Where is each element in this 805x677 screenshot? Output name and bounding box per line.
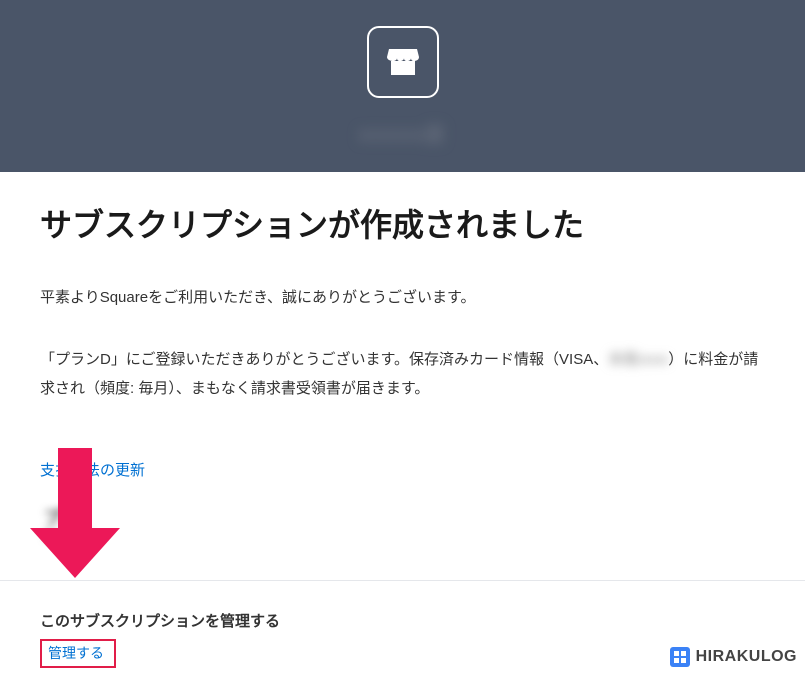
manage-section: このサブスクリプションを管理する 管理する (40, 610, 280, 668)
manage-title: このサブスクリプションを管理する (40, 610, 280, 631)
card-masked-blurred: 末尾xxxx (608, 346, 668, 375)
content-area: サブスクリプションが作成されました 平素よりSquareをご利用いただき、誠にあ… (0, 172, 805, 480)
store-icon-box (367, 26, 439, 98)
header: xxxxx店 (0, 0, 805, 172)
watermark: HIRAKULOG (670, 647, 797, 667)
store-name-blurred: xxxxx店 (359, 118, 447, 147)
plan-price-blurred: ¥x,x00 (44, 528, 91, 546)
plan-label-blurred: プ (44, 504, 62, 530)
divider (0, 580, 805, 581)
watermark-text-wrap: HIRAKULOG (696, 648, 797, 666)
detail-text: 「プランD」にご登録いただきありがとうございます。保存済みカード情報（VISA、… (40, 346, 765, 403)
detail-part1: 「プランD」にご登録いただきありがとうございます。保存済みカード情報（VISA、 (40, 351, 608, 368)
manage-link[interactable]: 管理する (48, 645, 104, 661)
page-title: サブスクリプションが作成されました (40, 200, 765, 246)
greeting-text: 平素よりSquareをご利用いただき、誠にありがとうございます。 (40, 286, 765, 310)
update-payment-link[interactable]: 支払方法の更新 (40, 459, 145, 480)
watermark-text: HIRAKULOG (696, 648, 797, 666)
manage-link-highlight: 管理する (40, 639, 116, 668)
store-icon (386, 47, 420, 77)
watermark-icon (670, 647, 690, 667)
